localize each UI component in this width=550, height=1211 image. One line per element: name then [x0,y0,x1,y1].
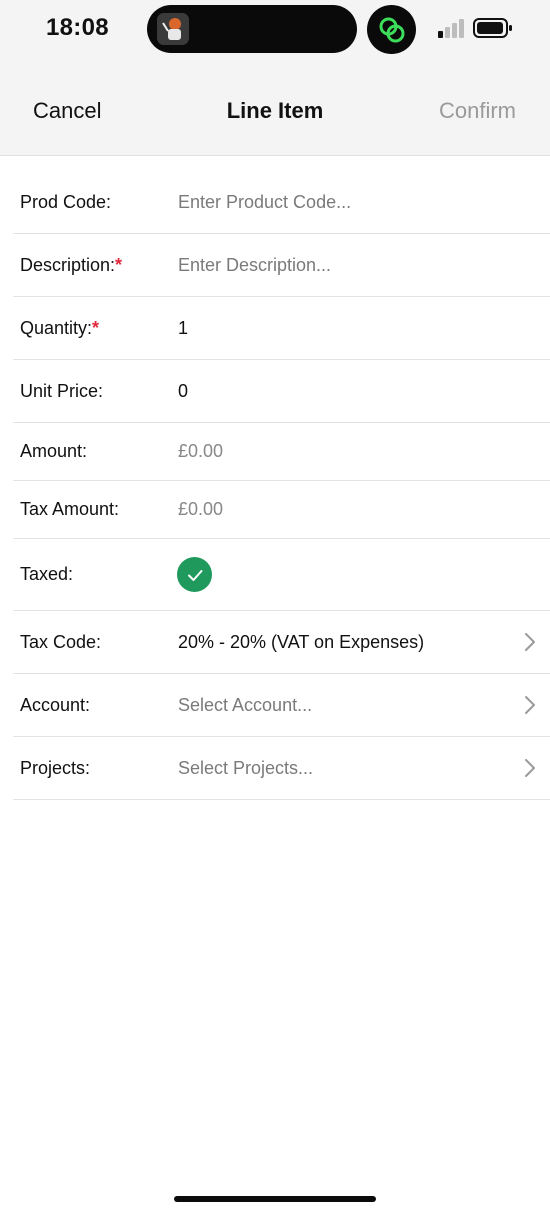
checkmark-icon [187,569,202,581]
projects-select[interactable]: Select Projects... [178,758,313,779]
quantity-row[interactable]: Quantity:* 1 [13,297,550,360]
line-item-form: Prod Code: Enter Product Code... Descrip… [13,171,550,800]
projects-row[interactable]: Projects: Select Projects... [13,737,550,800]
amount-row: Amount: £0.00 [13,423,550,481]
tax-amount-value: £0.00 [178,499,224,519]
chevron-right-icon [525,633,535,651]
amount-label: Amount: [20,441,88,461]
required-marker: * [115,254,123,275]
tax-amount-label: Tax Amount: [20,499,120,519]
cancel-button[interactable]: Cancel [33,98,101,124]
tax-code-label: Tax Code: [20,631,102,652]
cellular-signal-icon [438,19,464,38]
avatar [157,13,189,45]
required-marker: * [92,317,100,338]
amount-value: £0.00 [178,441,224,461]
description-row[interactable]: Description:* Enter Description... [13,234,550,297]
line-item-screen: 18:08 Cancel Line Item Confirm Prod Code… [0,0,550,1211]
quantity-label: Quantity:* [20,318,99,339]
status-time: 18:08 [46,14,109,41]
home-indicator[interactable] [174,1196,376,1202]
tax-code-value: 20% - 20% (VAT on Expenses) [178,631,425,652]
description-label: Description:* [20,255,122,276]
unit-price-label: Unit Price: [20,380,104,401]
chevron-right-icon [525,696,535,714]
prod-code-row[interactable]: Prod Code: Enter Product Code... [13,171,550,234]
status-bar: 18:08 [0,0,550,60]
description-label-text: Description: [20,254,116,275]
navigation-bar: Cancel Line Item Confirm [0,60,550,156]
quantity-label-text: Quantity: [20,317,93,338]
description-input[interactable]: Enter Description... [178,255,331,276]
unit-price-row[interactable]: Unit Price: 0 [13,360,550,423]
quantity-input[interactable]: 1 [178,318,188,339]
account-label: Account: [20,694,91,715]
prod-code-input[interactable]: Enter Product Code... [178,192,351,213]
taxed-checkbox[interactable] [177,557,212,592]
account-select[interactable]: Select Account... [178,695,312,716]
dynamic-island [147,5,357,53]
header-area: 18:08 Cancel Line Item Confirm [0,0,550,156]
battery-icon [473,18,512,38]
taxed-label: Taxed: [20,564,74,584]
tax-amount-row: Tax Amount: £0.00 [13,481,550,539]
confirm-button[interactable]: Confirm [439,98,516,124]
linked-rings-icon [367,5,416,54]
tax-code-row[interactable]: Tax Code: 20% - 20% (VAT on Expenses) [13,611,550,674]
chevron-right-icon [525,759,535,777]
taxed-row: Taxed: [13,539,550,611]
unit-price-input[interactable]: 0 [178,381,188,402]
projects-label: Projects: [20,757,91,778]
prod-code-label: Prod Code: [20,191,112,212]
account-row[interactable]: Account: Select Account... [13,674,550,737]
